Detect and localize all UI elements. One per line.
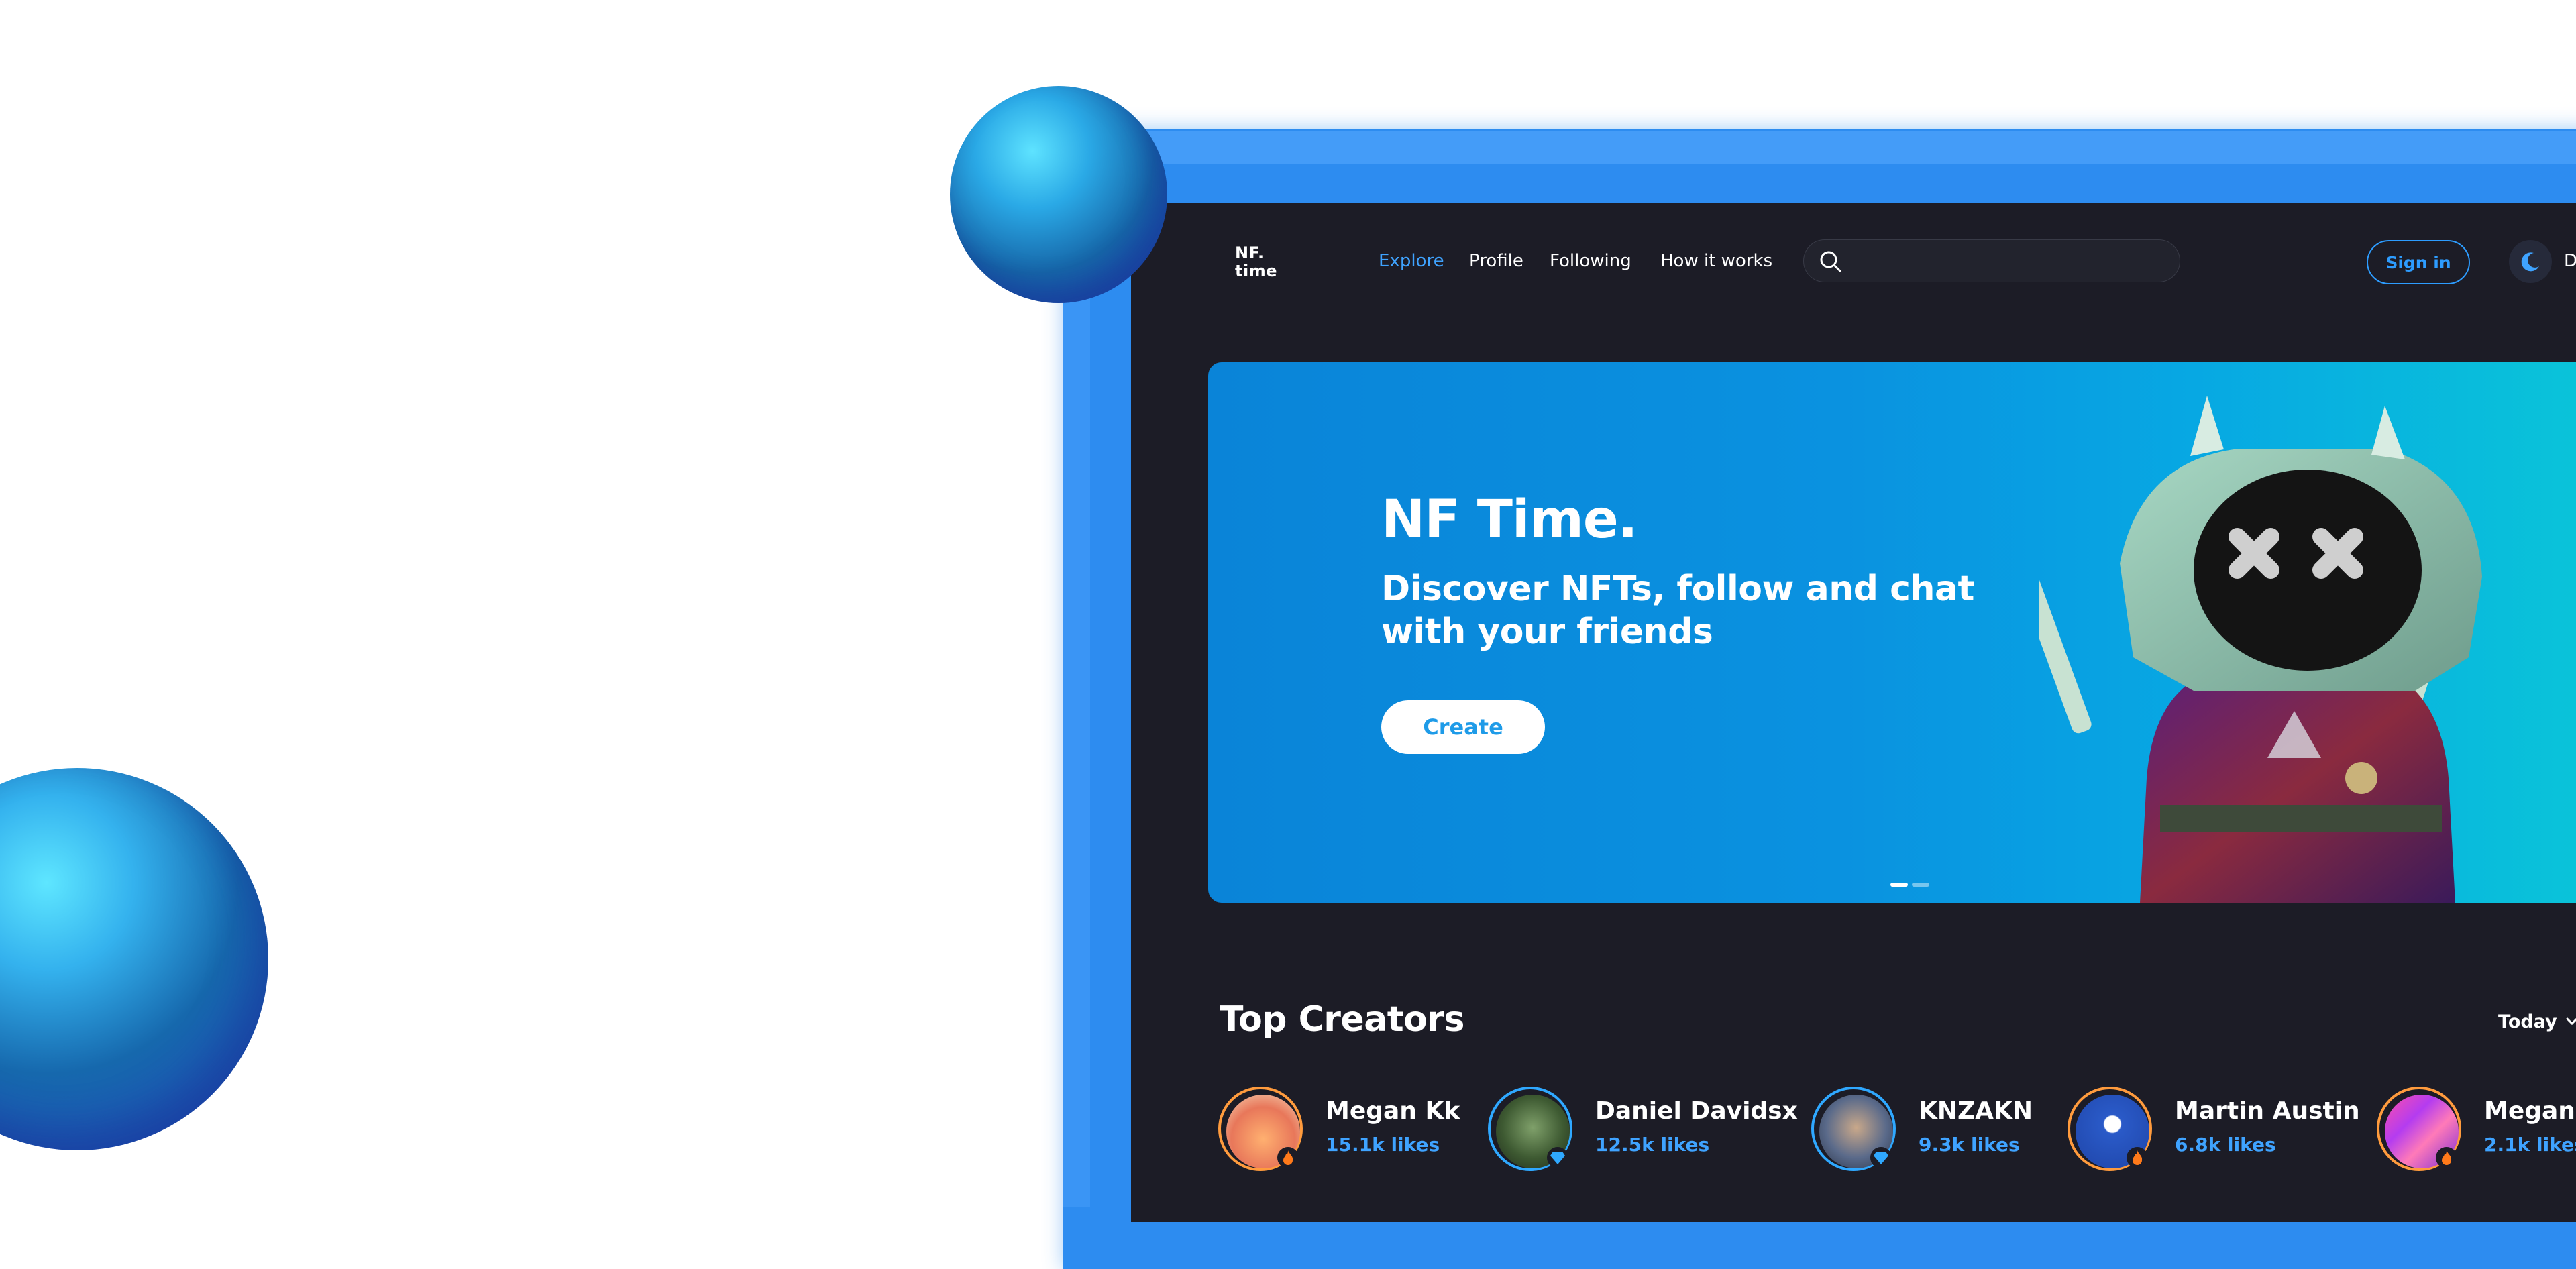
- creator-likes: 6.8k likes: [2175, 1134, 2276, 1156]
- theme-toggle-button[interactable]: [2509, 240, 2552, 283]
- create-button[interactable]: Create: [1381, 700, 1545, 754]
- hero-title: NF Time.: [1381, 490, 1638, 550]
- decorative-sphere-bottom: [0, 768, 268, 1150]
- theme-label: D: [2564, 251, 2576, 271]
- creator-name: KNZAKN: [1919, 1097, 2033, 1125]
- creator-name: Martin Austin: [2175, 1097, 2360, 1125]
- creator-likes: 9.3k likes: [1919, 1134, 2020, 1156]
- carousel-dot-1[interactable]: [1890, 883, 1908, 887]
- hero-subtitle: Discover NFTs, follow and chat with your…: [1381, 567, 1985, 653]
- nav-link-following[interactable]: Following: [1550, 251, 1631, 271]
- search-bar[interactable]: [1803, 239, 2180, 282]
- logo-line-2: time: [1235, 262, 1277, 280]
- search-icon: [1820, 251, 1841, 272]
- diamond-icon: [1870, 1147, 1892, 1168]
- creator-likes: 12.5k likes: [1595, 1134, 1710, 1156]
- hero-subtitle-line-1: Discover NFTs, follow and chat: [1381, 569, 1974, 609]
- logo[interactable]: NF. time: [1235, 244, 1277, 280]
- creator-likes: 2.1k likes: [2484, 1134, 2576, 1156]
- creator-name: Daniel Davidsx: [1595, 1097, 1798, 1125]
- search-input[interactable]: [1852, 247, 2170, 276]
- creator-name: Megan K: [2484, 1097, 2576, 1125]
- decorative-sphere-top: [950, 86, 1167, 303]
- creator-name: Megan Kk: [1326, 1097, 1460, 1125]
- nav-link-profile[interactable]: Profile: [1469, 251, 1523, 271]
- moon-icon: [2521, 252, 2539, 272]
- period-dropdown[interactable]: Today: [2498, 1011, 2576, 1032]
- hero-robot-illustration: [2039, 396, 2482, 903]
- logo-line-1: NF.: [1235, 243, 1265, 262]
- chevron-down-icon: [2566, 1017, 2576, 1026]
- device-frame-top-edge: [1107, 131, 2576, 164]
- carousel-dot-2[interactable]: [1912, 883, 1929, 887]
- sign-in-button[interactable]: Sign in: [2367, 240, 2470, 284]
- diamond-icon: [1547, 1147, 1568, 1168]
- hero-subtitle-line-2: with your friends: [1381, 612, 1713, 652]
- device-frame-side-edge: [1063, 168, 1090, 1207]
- fire-icon: [2436, 1147, 2457, 1168]
- section-title-top-creators: Top Creators: [1220, 999, 1464, 1040]
- fire-icon: [1277, 1147, 1299, 1168]
- creator-likes: 15.1k likes: [1326, 1134, 1440, 1156]
- period-label: Today: [2498, 1011, 2557, 1032]
- nav-link-how-it-works[interactable]: How it works: [1660, 251, 1772, 271]
- fire-icon: [2127, 1147, 2148, 1168]
- nav-link-explore[interactable]: Explore: [1379, 251, 1444, 271]
